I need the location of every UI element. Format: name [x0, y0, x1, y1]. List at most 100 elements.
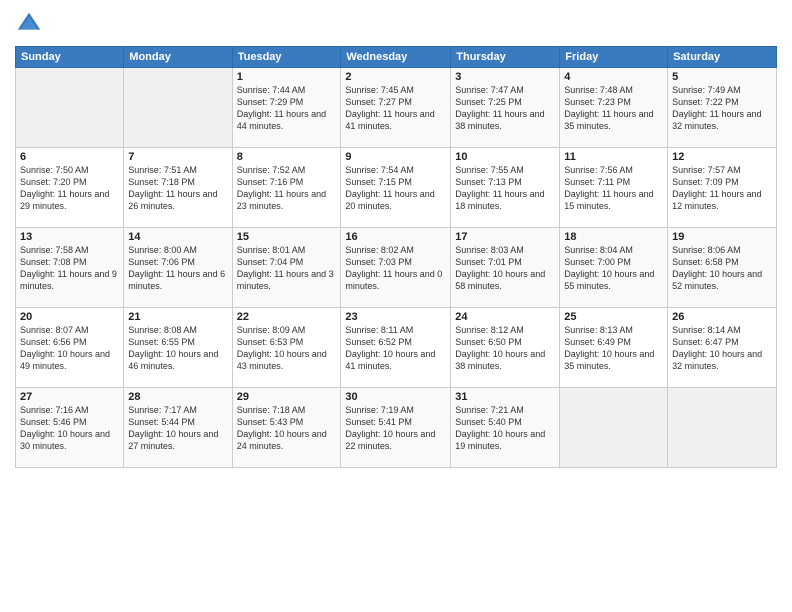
calendar-cell: 21Sunrise: 8:08 AM Sunset: 6:55 PM Dayli… — [124, 308, 232, 388]
calendar-cell: 25Sunrise: 8:13 AM Sunset: 6:49 PM Dayli… — [560, 308, 668, 388]
day-info: Sunrise: 7:50 AM Sunset: 7:20 PM Dayligh… — [20, 164, 119, 213]
calendar-cell: 31Sunrise: 7:21 AM Sunset: 5:40 PM Dayli… — [451, 388, 560, 468]
day-number: 15 — [237, 231, 337, 243]
day-number: 21 — [128, 311, 227, 323]
day-number: 29 — [237, 391, 337, 403]
day-number: 9 — [345, 151, 446, 163]
day-info: Sunrise: 7:17 AM Sunset: 5:44 PM Dayligh… — [128, 404, 227, 453]
logo-icon — [15, 10, 43, 38]
col-header-monday: Monday — [124, 47, 232, 68]
day-info: Sunrise: 8:00 AM Sunset: 7:06 PM Dayligh… — [128, 244, 227, 293]
calendar-cell: 3Sunrise: 7:47 AM Sunset: 7:25 PM Daylig… — [451, 68, 560, 148]
day-number: 8 — [237, 151, 337, 163]
day-info: Sunrise: 8:11 AM Sunset: 6:52 PM Dayligh… — [345, 324, 446, 373]
calendar-cell: 12Sunrise: 7:57 AM Sunset: 7:09 PM Dayli… — [668, 148, 777, 228]
calendar-cell: 28Sunrise: 7:17 AM Sunset: 5:44 PM Dayli… — [124, 388, 232, 468]
calendar-header-row: SundayMondayTuesdayWednesdayThursdayFrid… — [16, 47, 777, 68]
day-number: 28 — [128, 391, 227, 403]
col-header-thursday: Thursday — [451, 47, 560, 68]
day-info: Sunrise: 8:13 AM Sunset: 6:49 PM Dayligh… — [564, 324, 663, 373]
day-info: Sunrise: 8:06 AM Sunset: 6:58 PM Dayligh… — [672, 244, 772, 293]
calendar-cell: 29Sunrise: 7:18 AM Sunset: 5:43 PM Dayli… — [232, 388, 341, 468]
col-header-sunday: Sunday — [16, 47, 124, 68]
calendar-cell: 14Sunrise: 8:00 AM Sunset: 7:06 PM Dayli… — [124, 228, 232, 308]
day-number: 19 — [672, 231, 772, 243]
calendar-cell: 11Sunrise: 7:56 AM Sunset: 7:11 PM Dayli… — [560, 148, 668, 228]
calendar-cell: 1Sunrise: 7:44 AM Sunset: 7:29 PM Daylig… — [232, 68, 341, 148]
calendar-cell: 27Sunrise: 7:16 AM Sunset: 5:46 PM Dayli… — [16, 388, 124, 468]
day-info: Sunrise: 8:03 AM Sunset: 7:01 PM Dayligh… — [455, 244, 555, 293]
day-info: Sunrise: 7:45 AM Sunset: 7:27 PM Dayligh… — [345, 84, 446, 133]
day-info: Sunrise: 7:16 AM Sunset: 5:46 PM Dayligh… — [20, 404, 119, 453]
day-number: 24 — [455, 311, 555, 323]
day-number: 20 — [20, 311, 119, 323]
day-number: 4 — [564, 71, 663, 83]
day-info: Sunrise: 7:57 AM Sunset: 7:09 PM Dayligh… — [672, 164, 772, 213]
calendar-cell: 18Sunrise: 8:04 AM Sunset: 7:00 PM Dayli… — [560, 228, 668, 308]
calendar-cell — [560, 388, 668, 468]
calendar-cell — [124, 68, 232, 148]
calendar-cell: 16Sunrise: 8:02 AM Sunset: 7:03 PM Dayli… — [341, 228, 451, 308]
day-number: 12 — [672, 151, 772, 163]
day-number: 13 — [20, 231, 119, 243]
day-info: Sunrise: 7:18 AM Sunset: 5:43 PM Dayligh… — [237, 404, 337, 453]
day-number: 27 — [20, 391, 119, 403]
calendar-cell: 22Sunrise: 8:09 AM Sunset: 6:53 PM Dayli… — [232, 308, 341, 388]
day-info: Sunrise: 8:12 AM Sunset: 6:50 PM Dayligh… — [455, 324, 555, 373]
day-info: Sunrise: 8:07 AM Sunset: 6:56 PM Dayligh… — [20, 324, 119, 373]
col-header-tuesday: Tuesday — [232, 47, 341, 68]
day-info: Sunrise: 7:21 AM Sunset: 5:40 PM Dayligh… — [455, 404, 555, 453]
day-info: Sunrise: 7:51 AM Sunset: 7:18 PM Dayligh… — [128, 164, 227, 213]
day-info: Sunrise: 8:02 AM Sunset: 7:03 PM Dayligh… — [345, 244, 446, 293]
day-number: 10 — [455, 151, 555, 163]
day-info: Sunrise: 8:14 AM Sunset: 6:47 PM Dayligh… — [672, 324, 772, 373]
day-info: Sunrise: 7:49 AM Sunset: 7:22 PM Dayligh… — [672, 84, 772, 133]
col-header-saturday: Saturday — [668, 47, 777, 68]
day-number: 5 — [672, 71, 772, 83]
day-info: Sunrise: 8:09 AM Sunset: 6:53 PM Dayligh… — [237, 324, 337, 373]
calendar-cell: 30Sunrise: 7:19 AM Sunset: 5:41 PM Dayli… — [341, 388, 451, 468]
calendar-cell: 26Sunrise: 8:14 AM Sunset: 6:47 PM Dayli… — [668, 308, 777, 388]
calendar-cell: 5Sunrise: 7:49 AM Sunset: 7:22 PM Daylig… — [668, 68, 777, 148]
day-info: Sunrise: 7:55 AM Sunset: 7:13 PM Dayligh… — [455, 164, 555, 213]
calendar-cell: 23Sunrise: 8:11 AM Sunset: 6:52 PM Dayli… — [341, 308, 451, 388]
calendar-cell: 9Sunrise: 7:54 AM Sunset: 7:15 PM Daylig… — [341, 148, 451, 228]
day-info: Sunrise: 7:19 AM Sunset: 5:41 PM Dayligh… — [345, 404, 446, 453]
day-info: Sunrise: 7:48 AM Sunset: 7:23 PM Dayligh… — [564, 84, 663, 133]
day-number: 26 — [672, 311, 772, 323]
day-number: 22 — [237, 311, 337, 323]
day-number: 2 — [345, 71, 446, 83]
calendar-cell: 19Sunrise: 8:06 AM Sunset: 6:58 PM Dayli… — [668, 228, 777, 308]
calendar-cell: 4Sunrise: 7:48 AM Sunset: 7:23 PM Daylig… — [560, 68, 668, 148]
day-info: Sunrise: 8:04 AM Sunset: 7:00 PM Dayligh… — [564, 244, 663, 293]
calendar-table: SundayMondayTuesdayWednesdayThursdayFrid… — [15, 46, 777, 468]
day-number: 30 — [345, 391, 446, 403]
day-info: Sunrise: 8:08 AM Sunset: 6:55 PM Dayligh… — [128, 324, 227, 373]
day-number: 3 — [455, 71, 555, 83]
calendar-cell: 7Sunrise: 7:51 AM Sunset: 7:18 PM Daylig… — [124, 148, 232, 228]
col-header-friday: Friday — [560, 47, 668, 68]
day-number: 14 — [128, 231, 227, 243]
day-info: Sunrise: 7:58 AM Sunset: 7:08 PM Dayligh… — [20, 244, 119, 293]
header — [15, 10, 777, 38]
logo — [15, 10, 47, 38]
calendar-week-4: 20Sunrise: 8:07 AM Sunset: 6:56 PM Dayli… — [16, 308, 777, 388]
day-number: 16 — [345, 231, 446, 243]
calendar-week-1: 1Sunrise: 7:44 AM Sunset: 7:29 PM Daylig… — [16, 68, 777, 148]
calendar-cell: 20Sunrise: 8:07 AM Sunset: 6:56 PM Dayli… — [16, 308, 124, 388]
calendar-week-5: 27Sunrise: 7:16 AM Sunset: 5:46 PM Dayli… — [16, 388, 777, 468]
day-info: Sunrise: 7:52 AM Sunset: 7:16 PM Dayligh… — [237, 164, 337, 213]
calendar-cell: 24Sunrise: 8:12 AM Sunset: 6:50 PM Dayli… — [451, 308, 560, 388]
day-number: 17 — [455, 231, 555, 243]
calendar-cell: 13Sunrise: 7:58 AM Sunset: 7:08 PM Dayli… — [16, 228, 124, 308]
day-number: 6 — [20, 151, 119, 163]
col-header-wednesday: Wednesday — [341, 47, 451, 68]
calendar-cell: 6Sunrise: 7:50 AM Sunset: 7:20 PM Daylig… — [16, 148, 124, 228]
day-number: 25 — [564, 311, 663, 323]
day-info: Sunrise: 7:56 AM Sunset: 7:11 PM Dayligh… — [564, 164, 663, 213]
calendar-cell — [668, 388, 777, 468]
page: SundayMondayTuesdayWednesdayThursdayFrid… — [0, 0, 792, 612]
day-info: Sunrise: 7:54 AM Sunset: 7:15 PM Dayligh… — [345, 164, 446, 213]
calendar-cell: 10Sunrise: 7:55 AM Sunset: 7:13 PM Dayli… — [451, 148, 560, 228]
day-number: 11 — [564, 151, 663, 163]
